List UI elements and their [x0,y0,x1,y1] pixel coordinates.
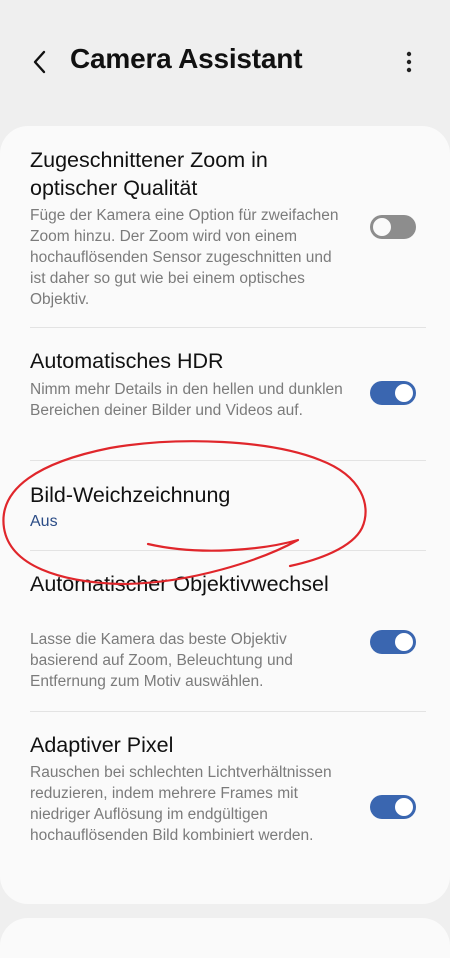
setting-description: Nimm mehr Details in den hellen und dunk… [30,381,343,419]
settings-card: Zugeschnittener Zoom in optischer Qualit… [0,126,450,904]
setting-title: Bild-Weichzeichnung [30,483,231,507]
setting-row-cropped-zoom[interactable]: Zugeschnittener Zoom in optischer Qualit… [0,126,450,326]
back-arrow-icon [33,50,46,74]
setting-row-auto-lens-switch[interactable]: Automatischer Objektivwechsel Lasse die … [0,551,450,711]
auto-hdr-toggle[interactable] [370,381,416,405]
setting-title: Automatisches HDR [30,349,224,373]
back-button[interactable] [20,42,60,82]
setting-description: Rauschen bei schlechten Lichtverhältniss… [30,764,332,844]
auto-lens-switch-toggle[interactable] [370,630,416,654]
setting-value: Aus [30,513,58,530]
app-header: Camera Assistant [0,0,450,124]
setting-title: Adaptiver Pixel [30,733,174,757]
setting-title: Automatischer Objektivwechsel [30,572,329,596]
setting-description: Lasse die Kamera das beste Objektiv basi… [30,631,293,690]
setting-description: Füge der Kamera eine Option für zweifach… [30,207,339,308]
more-options-button[interactable] [392,42,426,82]
setting-row-auto-hdr[interactable]: Automatisches HDR Nimm mehr Details in d… [0,328,450,460]
adaptive-pixel-toggle[interactable] [370,795,416,819]
cropped-zoom-toggle[interactable] [370,215,416,239]
toggle-knob [393,382,415,404]
toggle-knob [393,631,415,653]
setting-title: Zugeschnittener Zoom in optischer Qualit… [30,148,268,200]
setting-row-adaptive-pixel[interactable]: Adaptiver Pixel Rauschen bei schlechten … [0,712,450,902]
toggle-knob [393,796,415,818]
more-vertical-icon [406,51,412,73]
toggle-knob [371,216,393,238]
setting-row-image-blur[interactable]: Bild-Weichzeichnung Aus [0,461,450,550]
next-settings-card [0,918,450,958]
page-title: Camera Assistant [70,43,303,74]
